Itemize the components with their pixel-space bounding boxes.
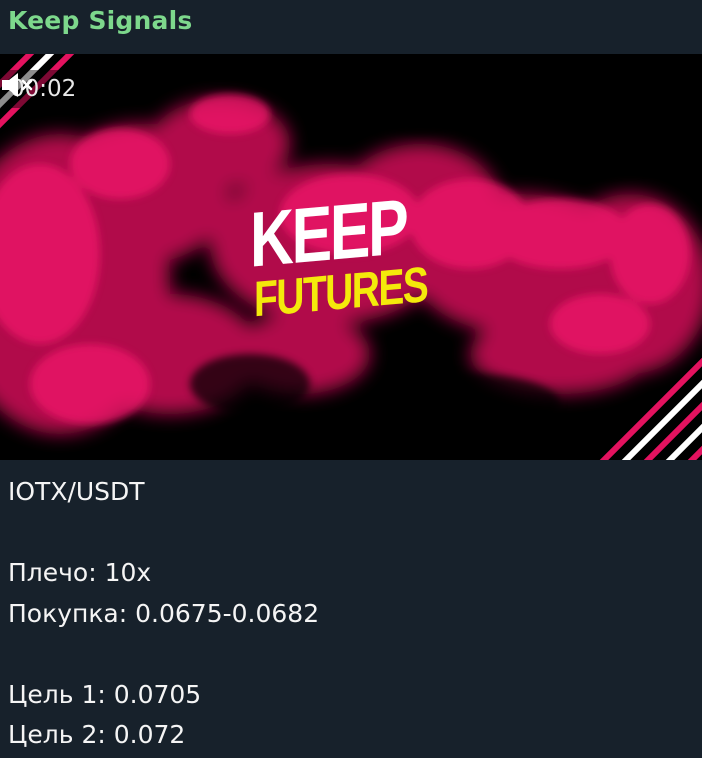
channel-name[interactable]: Keep Signals (8, 6, 192, 35)
message-text: IOTX/USDT Плечо: 10x Покупка: 0.0675-0.0… (8, 472, 692, 756)
volume-mute-icon[interactable] (0, 70, 34, 100)
buy-range-line: Покупка: 0.0675-0.0682 (8, 598, 320, 628)
video-time-badge: 00:02 (0, 70, 87, 108)
target-2-line: Цель 2: 0.072 (8, 720, 186, 749)
brand-futures: FUTURES (254, 256, 428, 328)
video-preview[interactable]: KEEP FUTURES 00:02 (0, 54, 702, 460)
trading-pair: IOTX/USDT (8, 477, 145, 506)
target-1-line: Цель 1: 0.0705 (8, 679, 202, 709)
brand-logo: KEEP FUTURES (250, 182, 450, 328)
channel-header: Keep Signals (0, 0, 702, 54)
leverage-line: Плечо: 10x (8, 558, 152, 587)
